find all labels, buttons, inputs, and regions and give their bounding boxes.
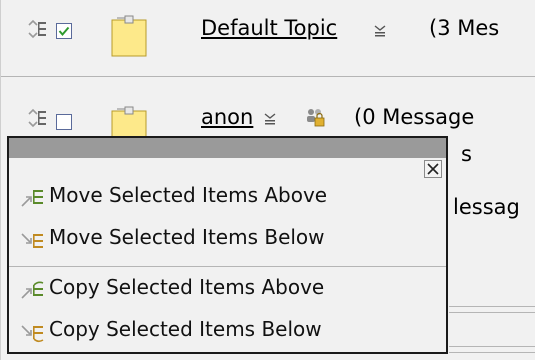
row-divider bbox=[449, 312, 535, 313]
move-above-icon bbox=[21, 190, 43, 207]
message-count: (0 Message bbox=[354, 105, 475, 129]
menu-item-label: Copy Selected Items Above bbox=[49, 275, 325, 299]
move-below-icon bbox=[21, 233, 43, 248]
topic-title-link[interactable]: Default Topic bbox=[201, 16, 337, 40]
topic-title-link[interactable]: anon bbox=[201, 105, 253, 129]
copy-above-icon bbox=[21, 281, 44, 299]
popup-title-bar bbox=[9, 138, 446, 158]
reorder-icon[interactable] bbox=[27, 19, 47, 39]
row-divider bbox=[449, 306, 535, 307]
message-count-wrap: s bbox=[461, 142, 472, 166]
checkmark-icon bbox=[58, 26, 70, 37]
row-divider bbox=[1, 76, 535, 77]
message-count: (3 Mes bbox=[429, 16, 500, 40]
move-copy-popup-menu: Move Selected Items Above Move Selected … bbox=[7, 136, 448, 354]
topic-row: Default Topic (3 Mes bbox=[1, 0, 535, 60]
menu-item-copy-above[interactable]: Copy Selected Items Above bbox=[9, 270, 446, 310]
row-divider bbox=[449, 346, 535, 347]
message-count-partial: lessag bbox=[453, 195, 520, 219]
copy-below-icon bbox=[21, 325, 44, 343]
close-button[interactable] bbox=[424, 160, 442, 178]
menu-item-label: Move Selected Items Below bbox=[49, 225, 325, 249]
menu-item-move-above[interactable]: Move Selected Items Above bbox=[9, 178, 446, 218]
select-checkbox[interactable] bbox=[56, 23, 72, 39]
menu-item-label: Copy Selected Items Below bbox=[49, 317, 322, 341]
topic-menu-icon[interactable] bbox=[373, 24, 387, 38]
close-icon bbox=[427, 163, 439, 175]
users-lock-icon bbox=[307, 109, 325, 127]
row-divider bbox=[449, 352, 535, 353]
menu-item-label: Move Selected Items Above bbox=[49, 183, 328, 207]
menu-item-move-below[interactable]: Move Selected Items Below bbox=[9, 220, 446, 260]
topic-menu-icon[interactable] bbox=[263, 112, 277, 126]
reorder-icon[interactable] bbox=[27, 108, 47, 128]
menu-divider bbox=[9, 266, 446, 267]
select-checkbox[interactable] bbox=[56, 114, 72, 130]
menu-item-copy-below[interactable]: Copy Selected Items Below bbox=[9, 312, 446, 352]
topic-note-icon bbox=[111, 15, 147, 57]
